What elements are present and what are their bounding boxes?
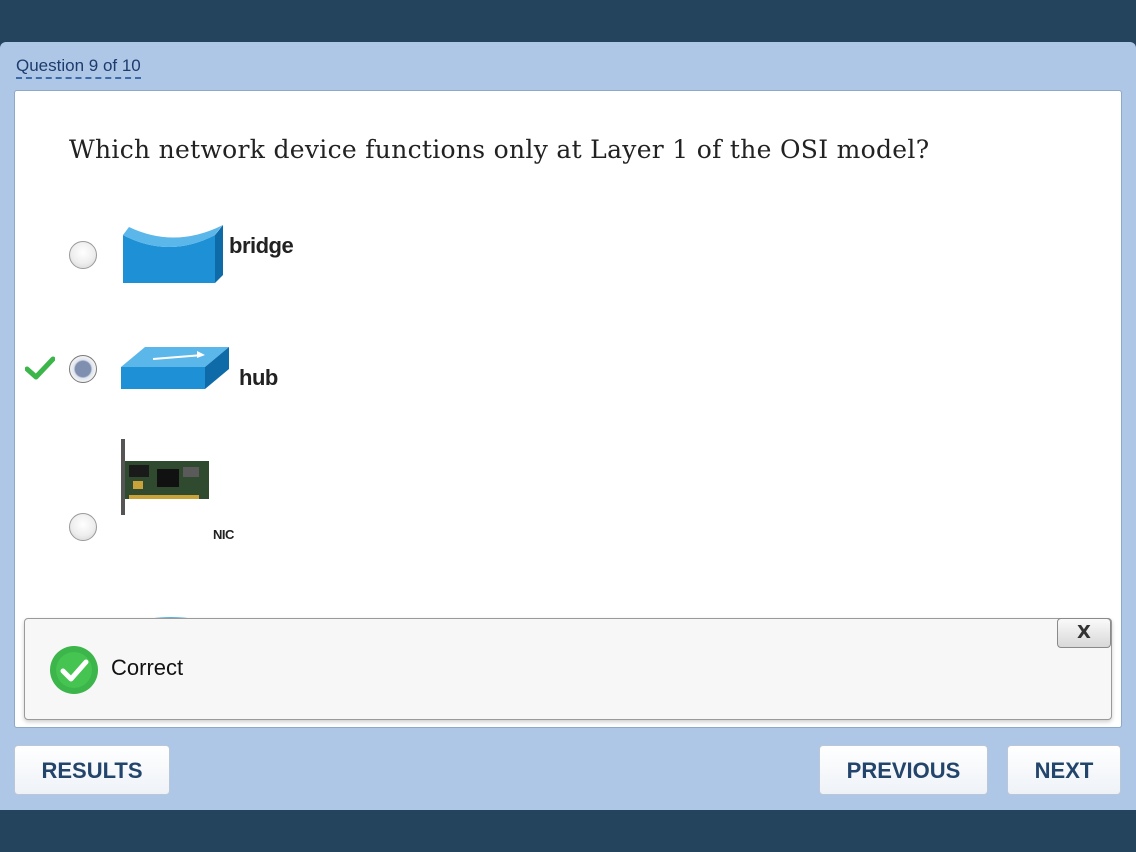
option-nic[interactable]: NIC — [15, 435, 615, 542]
radio-hub[interactable] — [69, 355, 97, 383]
close-button[interactable]: X — [1057, 618, 1111, 648]
feedback-text: Correct — [111, 655, 184, 680]
previous-button[interactable]: PREVIOUS — [819, 745, 988, 795]
option-label-hub: hub — [239, 365, 278, 390]
question-counter[interactable]: Question 9 of 10 — [16, 56, 141, 79]
feedback-popup: X Correct — [24, 618, 1112, 720]
question-text: Which network device functions only at L… — [69, 135, 930, 164]
bottom-bar — [0, 810, 1136, 852]
radio-bridge[interactable] — [69, 241, 97, 269]
check-mark-icon — [25, 356, 55, 380]
bridge-icon — [123, 225, 223, 283]
results-button[interactable]: RESULTS — [14, 745, 170, 795]
option-bridge[interactable]: bridge — [15, 211, 615, 291]
radio-nic[interactable] — [69, 513, 97, 541]
nic-card-icon — [121, 439, 209, 515]
next-button[interactable]: NEXT — [1007, 745, 1121, 795]
option-label-bridge: bridge — [229, 233, 294, 258]
correct-check-icon — [50, 646, 98, 694]
hub-icon — [121, 347, 229, 389]
option-label-nic: NIC — [213, 527, 234, 542]
option-hub[interactable]: hub — [15, 337, 615, 417]
